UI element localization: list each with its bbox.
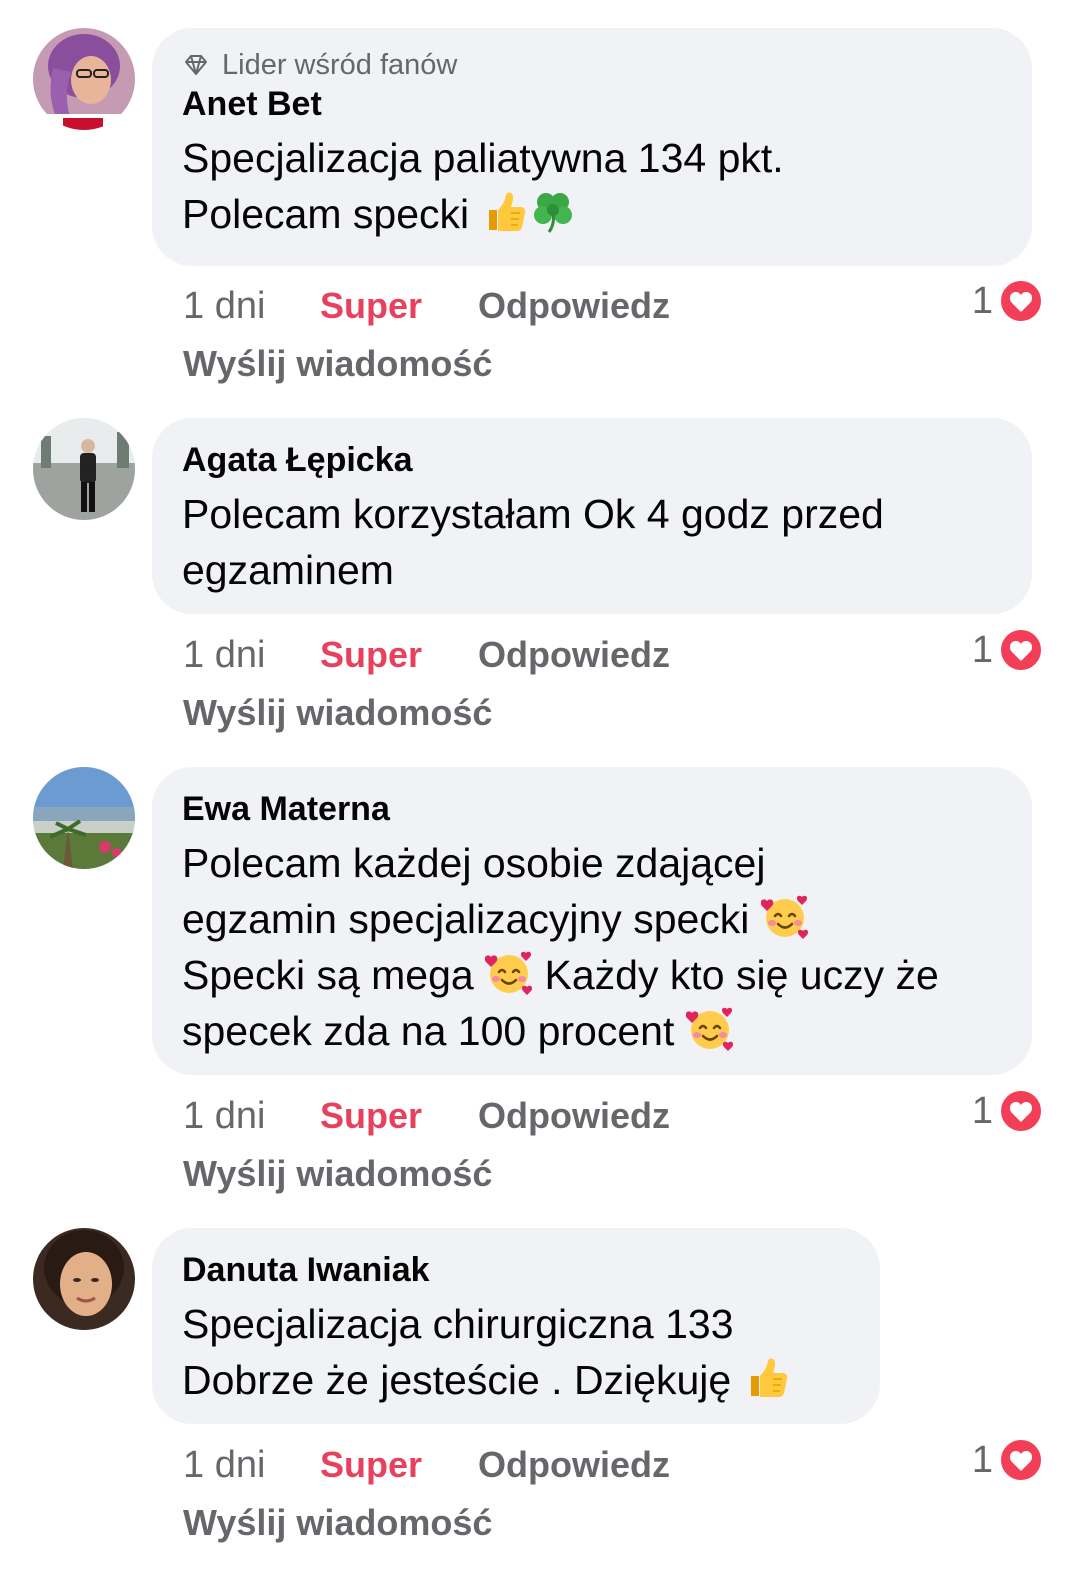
smiling-face-with-hearts-emoji [485,949,533,997]
comment-timestamp[interactable]: 1 dni [183,634,265,677]
comment-line-wrap: Polecam specki [182,186,1002,242]
comment-line: Specjalizacja chirurgiczna 133 [182,1301,734,1347]
like-button[interactable]: Super [320,1444,422,1486]
comment-author[interactable]: Agata Łępicka [182,440,1002,480]
reply-button[interactable]: Odpowiedz [478,634,670,676]
comment-timestamp[interactable]: 1 dni [183,1444,265,1487]
comment-line-wrap: Dobrze że jesteście . Dziękuję [182,1352,850,1408]
comment-text: Polecam korzystałam Ok 4 godz przed egza… [182,486,1002,598]
fan-badge-label: Lider wśród fanów [222,48,458,81]
love-heart-icon [999,1089,1043,1133]
comment-author[interactable]: Danuta Iwaniak [182,1250,850,1290]
avatar[interactable] [33,28,135,130]
comment-bubble: Agata Łępicka Polecam korzystałam Ok 4 g… [152,418,1032,614]
comment-actions: 1 dni Super Odpowiedz 1 [183,1444,1043,1494]
comment-line: Polecam korzystałam Ok 4 godz przed [182,491,884,537]
send-message-button[interactable]: Wyślij wiadomość [183,1502,492,1544]
comment-text: Specjalizacja paliatywna 134 pkt. Poleca… [182,130,1002,242]
comment-line: egzaminem [182,547,394,593]
comment-author[interactable]: Ewa Materna [182,789,1002,829]
comment-bubble: Danuta Iwaniak Specjalizacja chirurgiczn… [152,1228,880,1424]
thumbs-up-emoji [743,1354,791,1402]
comment-line: Polecam każdej osobie zdającej [182,840,766,886]
fan-badge: Lider wśród fanów [182,48,1002,81]
reaction-count: 1 [971,628,993,671]
comment-line-wrap: Specki są mega Każdy kto się uczy że [182,947,1002,1003]
reaction-summary[interactable]: 1 [972,1089,1043,1133]
comment-actions: 1 dni Super Odpowiedz 1 [183,285,1043,335]
comment-timestamp[interactable]: 1 dni [183,1095,265,1138]
comment-line: Dobrze że jesteście . Dziękuję [182,1357,732,1403]
comment-bubble: Lider wśród fanów Anet Bet Specjalizacja… [152,28,1032,266]
reaction-summary[interactable]: 1 [972,1438,1043,1482]
diamond-icon [185,55,207,75]
reply-button[interactable]: Odpowiedz [478,1444,670,1486]
love-heart-icon [999,1438,1043,1482]
comment-line: egzamin specjalizacyjny specki [182,896,750,942]
comment-text: Polecam każdej osobie zdającej egzamin s… [182,835,1002,1059]
reaction-count: 1 [971,1089,993,1132]
reaction-count: 1 [971,279,993,322]
comment-text: Specjalizacja chirurgiczna 133 Dobrze że… [182,1296,850,1408]
reply-button[interactable]: Odpowiedz [478,285,670,327]
comment-author[interactable]: Anet Bet [182,84,1002,124]
comment-line: Specjalizacja paliatywna 134 pkt. [182,135,784,181]
reaction-count: 1 [971,1438,993,1481]
comment-actions: 1 dni Super Odpowiedz 1 [183,634,1043,684]
send-message-button[interactable]: Wyślij wiadomość [183,1153,492,1195]
reply-button[interactable]: Odpowiedz [478,1095,670,1137]
smiling-face-with-hearts-emoji [686,1005,734,1053]
like-button[interactable]: Super [320,285,422,327]
avatar[interactable] [33,418,135,520]
comment-line: Polecam specki [182,191,470,237]
like-button[interactable]: Super [320,1095,422,1137]
comment-bubble: Ewa Materna Polecam każdej osobie zdając… [152,767,1032,1075]
comment-line-wrap: specek zda na 100 procent [182,1003,1002,1059]
four-leaf-clover-emoji [529,188,577,236]
reaction-summary[interactable]: 1 [972,628,1043,672]
avatar[interactable] [33,767,135,869]
thumbs-up-emoji [481,188,529,236]
comment-line-wrap: egzamin specjalizacyjny specki [182,891,1002,947]
love-heart-icon [999,628,1043,672]
comment-line: Każdy kto się uczy że [544,952,939,998]
comment-timestamp[interactable]: 1 dni [183,285,265,328]
send-message-button[interactable]: Wyślij wiadomość [183,692,492,734]
comment-line: Specki są mega [182,952,474,998]
smiling-face-with-hearts-emoji [761,893,809,941]
comment-line: specek zda na 100 procent [182,1008,675,1054]
comment-actions: 1 dni Super Odpowiedz 1 [183,1095,1043,1145]
send-message-button[interactable]: Wyślij wiadomość [183,343,492,385]
avatar[interactable] [33,1228,135,1330]
reaction-summary[interactable]: 1 [972,279,1043,323]
like-button[interactable]: Super [320,634,422,676]
love-heart-icon [999,279,1043,323]
